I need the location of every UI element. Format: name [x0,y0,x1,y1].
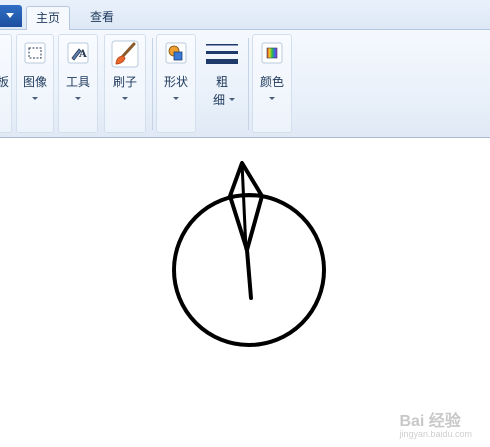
clock-hand-line [245,248,253,300]
ribbon-separator [152,38,153,130]
chevron-down-icon [75,97,81,100]
shapes-group-button[interactable]: 形状 [156,34,196,133]
image-label: 图像 [22,75,47,89]
canvas-drawing [172,161,326,347]
paint-window: 主页 查看 板 图像 A 工具 刷子 形状 粗 细 颜色 Bai 经验 jing… [0,0,490,447]
brushes-label: 刷子 [112,75,137,89]
colors-label: 颜色 [259,75,284,89]
clipboard-label: 板 [0,75,10,89]
image-group-button[interactable]: 图像 [16,34,54,133]
shapes-icon [164,41,188,65]
chevron-down-icon [32,97,38,100]
clipboard-group[interactable]: 板 [0,34,12,133]
brush-icon [110,39,140,69]
ribbon-tab-bar: 主页 查看 [0,0,490,31]
tools-label: 工具 [65,75,90,89]
line-size-icon [206,41,238,65]
select-rectangle-icon [23,41,47,65]
svg-text:A: A [78,49,87,60]
tab-home[interactable]: 主页 [26,6,70,31]
chevron-down-icon [173,97,179,100]
size-label-line1: 粗 [215,75,228,89]
file-menu-button[interactable] [0,5,22,27]
drawing-canvas[interactable]: Bai 经验 jingyan.baidu.com [0,138,490,447]
ribbon-separator [248,38,249,130]
ribbon: 板 图像 A 工具 刷子 形状 粗 细 颜色 [0,30,490,138]
tab-view[interactable]: 查看 [80,6,124,30]
chevron-down-icon [269,97,275,100]
chevron-down-icon [122,97,128,100]
color-palette-icon [260,41,284,65]
tools-group-button[interactable]: A 工具 [58,34,98,133]
brushes-group-button[interactable]: 刷子 [104,34,146,133]
watermark: Bai 经验 jingyan.baidu.com [399,407,472,439]
pencil-tools-icon: A [66,41,90,65]
size-group-button[interactable]: 粗 细 [200,34,244,133]
watermark-brand: Bai 经验 [399,413,461,430]
dropdown-caret-icon [6,13,14,18]
watermark-url: jingyan.baidu.com [399,429,472,439]
shapes-label: 形状 [163,75,188,89]
colors-group-button[interactable]: 颜色 [252,34,292,133]
size-label-line2: 细 [212,93,225,107]
chevron-down-icon [229,98,235,101]
